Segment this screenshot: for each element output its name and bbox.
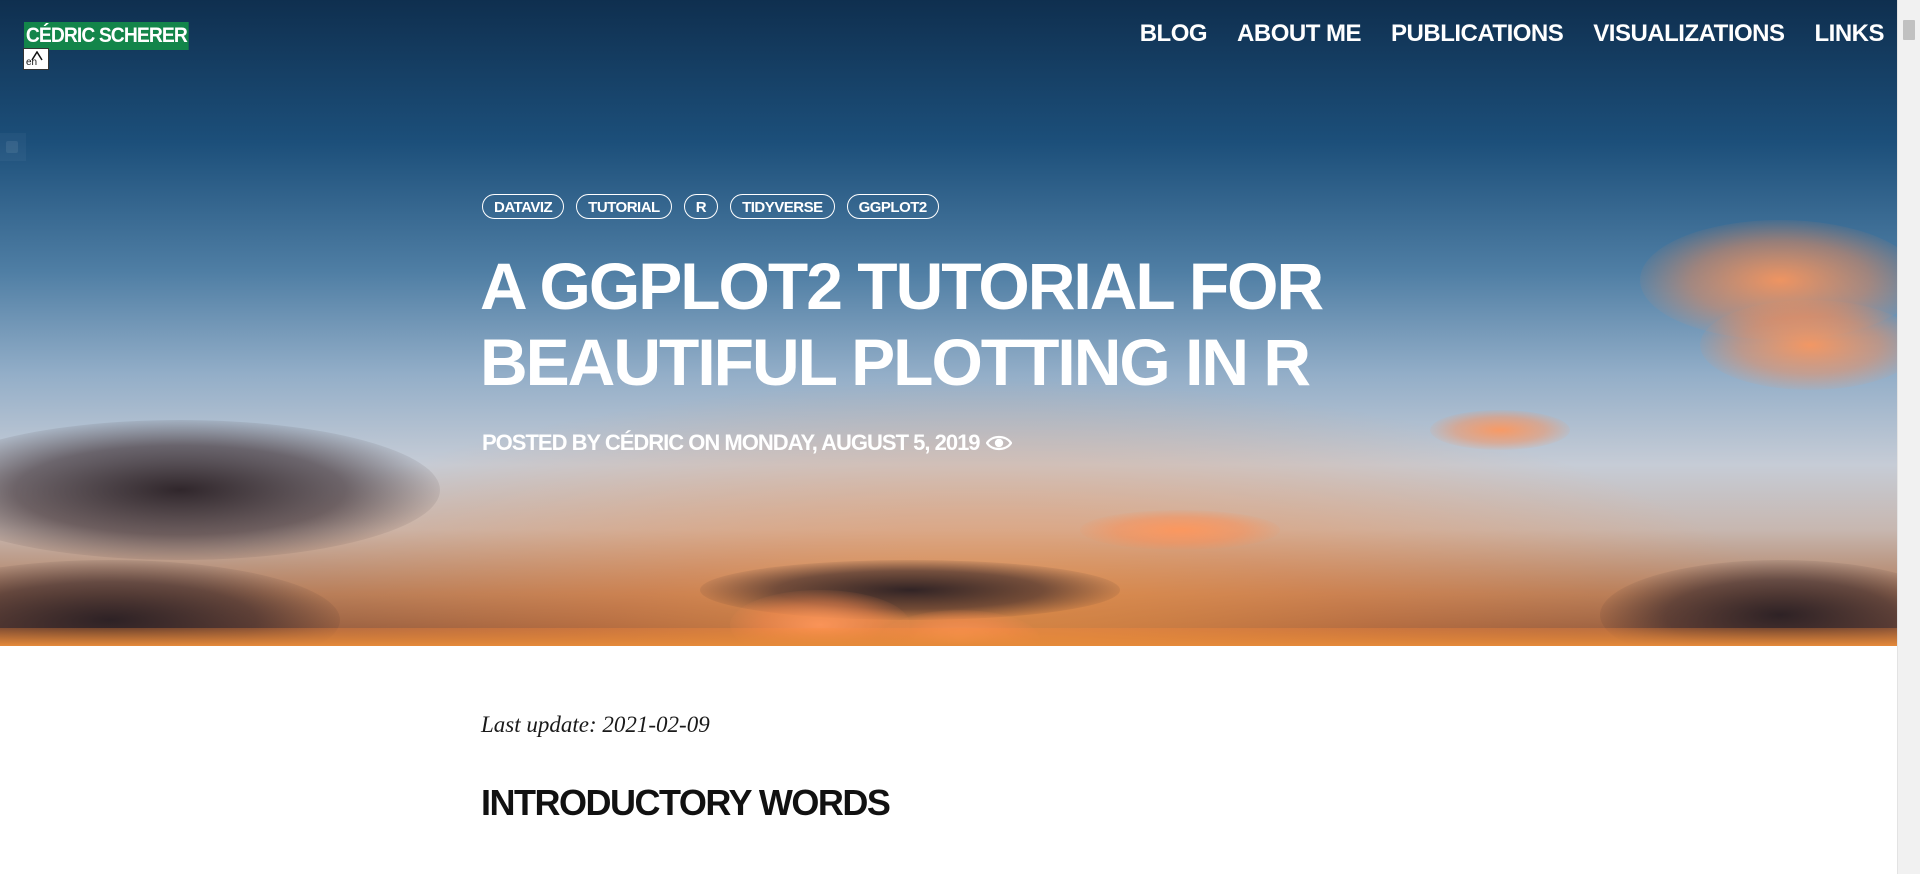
eye-icon	[985, 435, 1012, 451]
post-meta: POSTED BY CÉDRIC ON MONDAY, AUGUST 5, 20…	[482, 430, 1012, 456]
tag-tutorial[interactable]: TUTORIAL	[576, 194, 672, 219]
page-scrollbar[interactable]	[1897, 0, 1920, 874]
nav-blog[interactable]: BLOG	[1140, 18, 1208, 50]
cloud	[1080, 510, 1280, 550]
main-nav: BLOG ABOUT ME PUBLICATIONS VISUALIZATION…	[1140, 18, 1885, 50]
post-title: A GGPLOT2 TUTORIAL FOR BEAUTIFUL PLOTTIN…	[480, 249, 1324, 399]
language-switcher[interactable]: en	[23, 48, 49, 70]
side-panel-toggle[interactable]	[0, 133, 26, 161]
flag-icon	[31, 51, 43, 61]
nav-publications[interactable]: PUBLICATIONS	[1391, 18, 1564, 50]
tag-r[interactable]: R	[683, 194, 719, 219]
scrollbar-thumb[interactable]	[1903, 20, 1915, 40]
tag-dataviz[interactable]: DATAVIZ	[482, 194, 565, 219]
nav-about-me[interactable]: ABOUT ME	[1237, 18, 1362, 50]
section-heading: INTRODUCTORY WORDS	[481, 782, 891, 823]
site-logo[interactable]: CÉDRIC SCHERER	[24, 22, 189, 50]
post-tags: DATAVIZ TUTORIAL R TIDYVERSE GGPLOT2	[482, 194, 939, 219]
horizon	[0, 628, 1898, 646]
tag-ggplot2[interactable]: GGPLOT2	[846, 194, 939, 219]
nav-links[interactable]: LINKS	[1815, 18, 1885, 50]
post-meta-text: POSTED BY CÉDRIC ON MONDAY, AUGUST 5, 20…	[482, 430, 981, 455]
tag-tidyverse[interactable]: TIDYVERSE	[730, 194, 835, 219]
cloud	[1430, 410, 1570, 450]
last-update: Last update: 2021-02-09	[481, 712, 710, 737]
nav-visualizations[interactable]: VISUALIZATIONS	[1593, 18, 1785, 50]
panel-icon	[6, 141, 18, 153]
